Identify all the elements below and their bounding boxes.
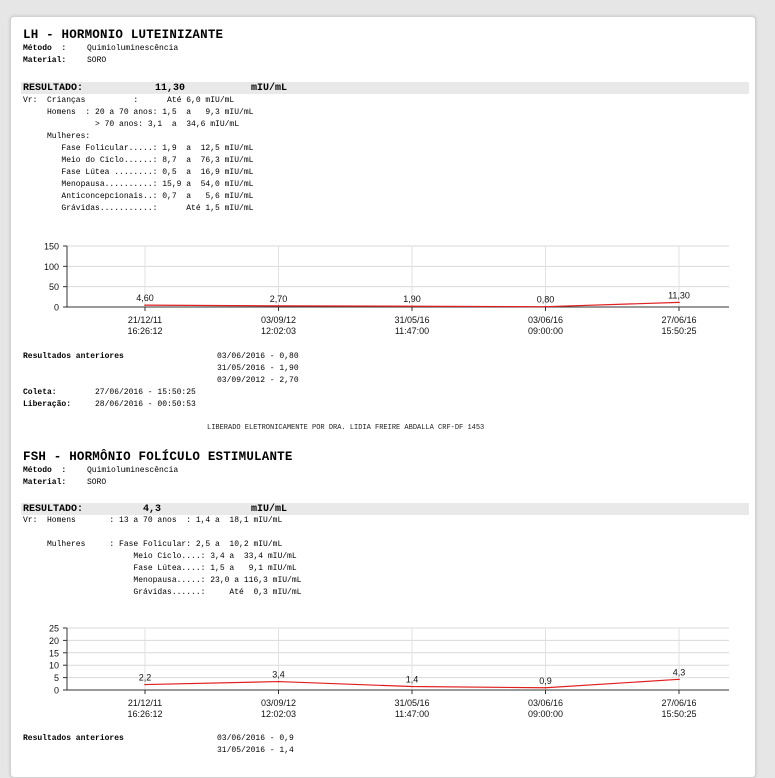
x-tick-label: 03/09/12	[261, 315, 296, 325]
lh-liberado-note: LIBERADO ELETRONICAMENTE POR DRA. LIDIA …	[207, 424, 485, 432]
x-tick-label: 27/06/16	[661, 315, 696, 325]
fsh-ref-line: Mulheres : Fase Folicular: 2,5 a 10,2 mI…	[23, 540, 283, 549]
lh-ref-line: > 70 anos: 3,1 a 34,6 mIU/mL	[23, 120, 240, 129]
data-label: 0,80	[537, 295, 555, 305]
data-label: 2,2	[139, 673, 152, 683]
y-tick-label: 20	[49, 636, 59, 646]
fsh-ref-line: Fase Lútea....: 1,5 a 9,1 mIU/mL	[23, 564, 297, 573]
lh-liberacao-label: Liberação:	[23, 400, 72, 409]
data-label: 1,90	[403, 294, 421, 304]
x-tick-label: 12:02:03	[261, 326, 296, 336]
x-tick-label: 11:47:00	[395, 709, 429, 719]
y-tick-label: 5	[54, 673, 59, 683]
fsh-ref-line: Menopausa.....: 23,0 a 116,3 mIU/mL	[23, 576, 302, 585]
y-tick-label: 0	[54, 686, 59, 696]
data-point	[144, 304, 146, 306]
data-label: 0,9	[539, 676, 552, 686]
x-tick-label: 03/09/12	[261, 698, 296, 708]
lh-anterior-item: 31/05/2016 - 1,90	[217, 364, 299, 373]
lh-ref-line: Menopausa..........: 15,9 a 54,0 mIU/mL	[23, 180, 254, 189]
y-tick-label: 50	[49, 282, 59, 292]
x-tick-label: 11:47:00	[395, 326, 429, 336]
lh-ref-line: Fase Folicular.....: 1,9 a 12,5 mIU/mL	[23, 144, 254, 153]
fsh-anteriores-label: Resultados anteriores	[23, 734, 124, 743]
fsh-ref-line: Grávidas......: Até 0,3 mIU/mL	[23, 588, 302, 597]
lh-anterior-item: 03/09/2012 - 2,70	[217, 376, 299, 385]
fsh-metodo-label: Método :	[23, 466, 67, 475]
lh-metodo-label: Método :	[23, 44, 67, 53]
x-tick-label: 16:26:12	[127, 326, 162, 336]
x-tick-label: 15:50:25	[661, 709, 696, 719]
data-label: 2,70	[270, 294, 288, 304]
fsh-material: SORO	[87, 478, 107, 487]
data-point	[411, 685, 413, 688]
lh-ref-line: Mulheres:	[23, 132, 91, 141]
y-tick-label: 0	[54, 303, 59, 313]
data-label: 4,60	[136, 293, 154, 303]
lh-ref-line: Grávidas...........: Até 1,5 mIU/mL	[23, 204, 254, 213]
y-tick-label: 100	[44, 262, 59, 272]
x-tick-label: 09:00:00	[528, 326, 563, 336]
report-sheet: LH - HORMONIO LUTEINIZANTE Método : Quim…	[10, 16, 756, 778]
y-tick-label: 10	[49, 661, 59, 671]
lh-metodo: Quimioluminescência	[87, 44, 179, 53]
y-tick-label: 25	[49, 624, 59, 634]
lh-coleta-label: Coleta:	[23, 388, 57, 397]
lh-coleta: 27/06/2016 - 15:50:25	[95, 388, 196, 397]
lh-result-label: RESULTADO:	[23, 83, 84, 94]
data-label: 4,3	[673, 667, 686, 677]
x-tick-label: 31/05/16	[394, 315, 429, 325]
lh-ref-line: Vr: Crianças : Até 6,0 mIU/mL	[23, 96, 235, 105]
lh-material: SORO	[87, 56, 107, 65]
lh-ref-line: Anticoncepcionais..: 0,7 a 5,6 mIU/mL	[23, 192, 254, 201]
data-point	[277, 305, 280, 307]
data-point	[678, 301, 680, 304]
data-point	[277, 680, 280, 683]
data-label: 11,30	[668, 290, 690, 300]
lh-history-chart: 0 50 100 150 4,60 21/12/1116:26:12 2,70 03/09/1…	[44, 242, 729, 336]
lh-title: LH - HORMONIO LUTEINIZANTE	[23, 28, 224, 42]
data-point	[544, 686, 547, 689]
lh-ref-line: Homens : 20 a 70 anos: 1,5 a 9,3 mIU/mL	[23, 108, 254, 117]
data-point	[144, 683, 146, 686]
lh-result-bar: RESULTADO: 11,30 mIU/mL	[21, 82, 749, 94]
lh-liberacao: 28/06/2016 - 00:50:53	[95, 400, 196, 409]
x-tick-label: 12:02:03	[261, 709, 296, 719]
y-tick-label: 15	[49, 648, 59, 658]
lh-anterior-item: 03/06/2016 - 0,80	[217, 352, 299, 361]
x-tick-label: 21/12/11	[128, 698, 162, 708]
lh-ref-line: Fase Lútea ........: 0,5 a 16,9 mIU/mL	[23, 168, 254, 177]
x-tick-label: 27/06/16	[661, 698, 696, 708]
x-tick-label: 03/06/16	[528, 698, 563, 708]
fsh-history-chart: 0 5 10 15 20 25 2,2 21/12/1116:26:12 3,4 03/09/12…	[49, 624, 729, 719]
lh-material-label: Material:	[23, 56, 67, 65]
x-tick-label: 15:50:25	[661, 326, 696, 336]
fsh-result-value: 4,3	[143, 504, 162, 515]
lh-ref-line: Meio do Ciclo......: 8,7 a 76,3 mIU/mL	[23, 156, 254, 165]
fsh-result-label: RESULTADO:	[23, 504, 84, 515]
x-tick-label: 31/05/16	[394, 698, 429, 708]
lh-result-unit: mIU/mL	[251, 83, 288, 94]
fsh-anterior-item: 31/05/2016 - 1,4	[217, 746, 294, 755]
data-point	[411, 305, 413, 308]
fsh-anterior-item: 03/06/2016 - 0,9	[217, 734, 294, 743]
x-tick-label: 09:00:00	[528, 709, 563, 719]
fsh-material-label: Material:	[23, 478, 67, 487]
lh-anteriores-label: Resultados anteriores	[23, 352, 124, 361]
fsh-title: FSH - HORMÔNIO FOLÍCULO ESTIMULANTE	[23, 450, 293, 464]
data-label: 1,4	[406, 675, 419, 685]
y-tick-label: 150	[44, 242, 59, 252]
data-point	[678, 678, 680, 681]
fsh-ref-line: Meio Ciclo....: 3,4 a 33,4 mIU/mL	[23, 552, 297, 561]
x-tick-label: 16:26:12	[127, 709, 162, 719]
data-label: 3,4	[272, 670, 285, 680]
fsh-result-unit: mIU/mL	[251, 504, 288, 515]
fsh-metodo: Quimioluminescência	[87, 466, 179, 475]
fsh-ref-line: Vr: Homens : 13 a 70 anos : 1,4 a 18,1 m…	[23, 516, 283, 525]
x-tick-label: 03/06/16	[528, 315, 563, 325]
x-tick-label: 21/12/11	[128, 315, 162, 325]
lh-result-value: 11,30	[155, 83, 186, 94]
fsh-result-bar: RESULTADO: 4,3 mIU/mL	[21, 503, 749, 515]
